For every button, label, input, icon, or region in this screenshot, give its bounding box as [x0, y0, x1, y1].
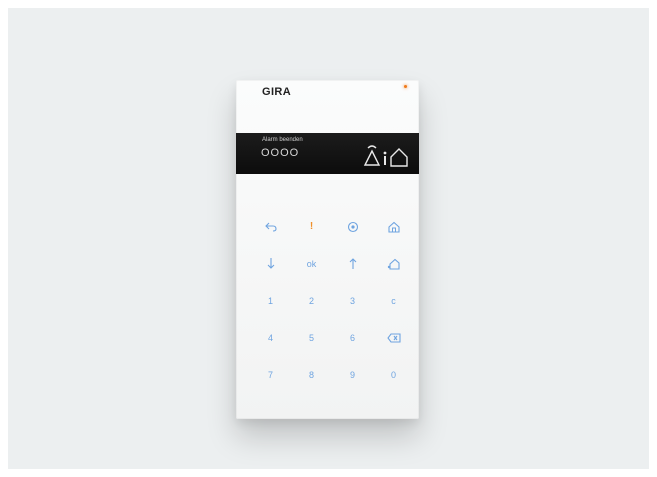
back-icon: [264, 222, 277, 232]
partial-arm-icon: [387, 258, 400, 270]
home-icon: [387, 221, 400, 233]
ok-button[interactable]: ok: [291, 245, 332, 282]
key-6[interactable]: 6: [332, 319, 373, 356]
delete-icon: [386, 332, 401, 343]
settings-icon: [347, 221, 358, 232]
key-7[interactable]: 7: [250, 356, 291, 393]
key-0[interactable]: 0: [373, 356, 414, 393]
key-1[interactable]: 1: [250, 282, 291, 319]
settings-button[interactable]: [332, 208, 373, 245]
key-5[interactable]: 5: [291, 319, 332, 356]
display-status-icons: [362, 143, 412, 169]
arrow-up-icon: [349, 258, 356, 269]
key-9[interactable]: 9: [332, 356, 373, 393]
keypad: ! ok 1 2 3 c 4 5 6 7 8 9 0: [250, 208, 414, 393]
alert-icon: !: [309, 221, 314, 232]
arrow-up-button[interactable]: [332, 245, 373, 282]
brand-logo: GIRA: [262, 86, 292, 98]
home-icon: [390, 148, 408, 167]
arrow-down-button[interactable]: [250, 245, 291, 282]
delete-button[interactable]: [373, 319, 414, 356]
alarm-bell-icon: [363, 145, 381, 166]
back-button[interactable]: [250, 208, 291, 245]
key-3[interactable]: 3: [332, 282, 373, 319]
display-code: OOOO: [261, 147, 300, 159]
alarm-keypad-device: GIRA Alarm beenden OOOO ! ok 1 2 3 c 4 5…: [236, 80, 419, 419]
display-screen: Alarm beenden OOOO: [236, 133, 419, 174]
clear-button[interactable]: c: [373, 282, 414, 319]
key-2[interactable]: 2: [291, 282, 332, 319]
key-8[interactable]: 8: [291, 356, 332, 393]
home-button[interactable]: [373, 208, 414, 245]
partial-arm-button[interactable]: [373, 245, 414, 282]
status-led: [404, 85, 407, 88]
alert-button[interactable]: !: [291, 208, 332, 245]
key-4[interactable]: 4: [250, 319, 291, 356]
arrow-down-icon: [267, 258, 274, 269]
info-icon: [383, 151, 387, 165]
display-message: Alarm beenden: [262, 137, 303, 143]
